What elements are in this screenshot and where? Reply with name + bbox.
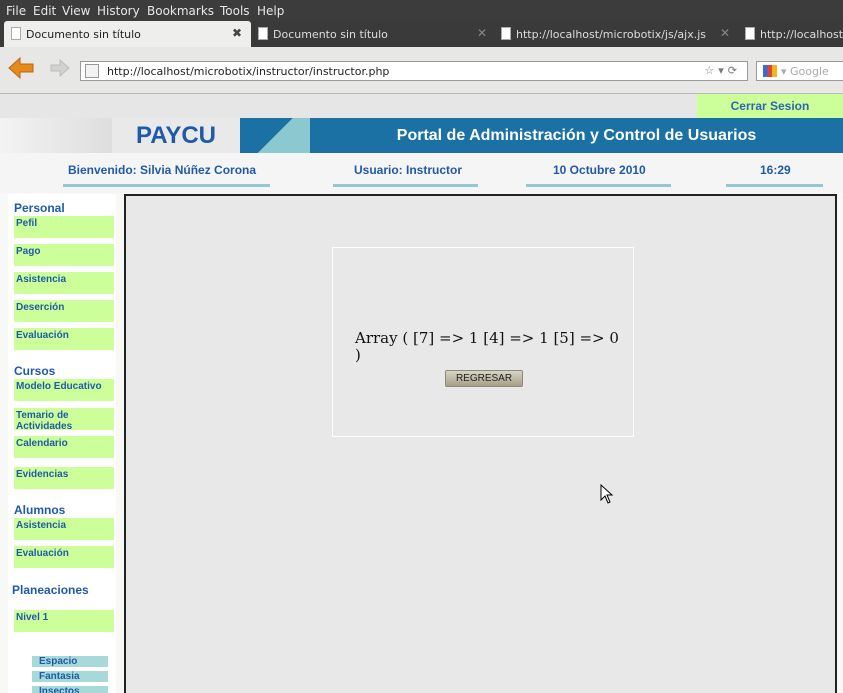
web-page: Cerrar Sesion PAYCU Portal de Administra… xyxy=(0,94,843,693)
navigation-toolbar: http://localhost/microbotix/instructor/i… xyxy=(0,47,843,94)
sidebar-item-nivel-1[interactable]: Nivel 1 xyxy=(14,610,114,632)
header-decoration xyxy=(240,118,310,153)
close-tab-icon[interactable]: ✕ xyxy=(477,26,487,40)
sidebar-item-alumnos-asistencia[interactable]: Asistencia xyxy=(14,518,114,540)
search-engine-icon[interactable] xyxy=(763,65,777,77)
welcome-text: Bienvenido: Silvia Núñez Corona xyxy=(68,163,257,177)
menu-tools[interactable]: Tools xyxy=(220,4,250,18)
url-text: http://localhost/microbotix/instructor/i… xyxy=(107,65,390,78)
divider xyxy=(63,184,270,187)
search-bar[interactable]: ▾ Google xyxy=(756,61,843,81)
sidebar-heading-planeaciones: Planeaciones xyxy=(12,583,89,597)
menu-help[interactable]: Help xyxy=(257,4,284,18)
sidebar-subitem-fantasia[interactable]: Fantasia xyxy=(32,671,108,682)
site-logo: PAYCU xyxy=(112,118,240,153)
menu-file[interactable]: File xyxy=(6,4,26,18)
logout-link[interactable]: Cerrar Sesion xyxy=(697,94,843,118)
regresar-button[interactable]: REGRESAR xyxy=(445,370,523,387)
sidebar-heading-alumnos: Alumnos xyxy=(14,503,66,517)
tab-title: http://localhost xyxy=(760,28,843,41)
document-icon xyxy=(11,27,21,40)
document-icon xyxy=(258,27,268,40)
search-placeholder: ▾ Google xyxy=(781,65,829,78)
sidebar-subitem-espacio[interactable]: Espacio xyxy=(32,656,108,667)
bookmark-star-icon[interactable]: ☆▾⟳ xyxy=(704,64,741,77)
sidebar-item-evaluacion[interactable]: Evaluación xyxy=(14,328,114,350)
menu-edit[interactable]: Edit xyxy=(33,4,56,18)
sidebar-item-modelo-educativo[interactable]: Modelo Educativo xyxy=(14,379,114,401)
site-header: PAYCU Portal de Administración y Control… xyxy=(0,118,843,153)
user-role: Usuario: Instructor xyxy=(354,163,463,177)
close-tab-icon[interactable]: ✕ xyxy=(720,26,730,40)
menu-history[interactable]: History xyxy=(97,4,140,18)
document-icon xyxy=(501,27,511,40)
menu-bookmarks[interactable]: Bookmarks xyxy=(147,4,214,18)
document-icon xyxy=(745,27,755,40)
main-content: Array ( [7] => 1 [4] => 1 [5] => 0 ) REG… xyxy=(124,194,837,693)
sidebar-item-evidencias[interactable]: Evidencias xyxy=(14,467,114,489)
sidebar-heading-cursos: Cursos xyxy=(14,364,56,378)
logo-decoration xyxy=(0,118,112,153)
current-date: 10 Octubre 2010 xyxy=(553,163,646,177)
divider xyxy=(726,184,823,187)
current-time: 16:29 xyxy=(760,163,791,177)
sidebar-item-desercion[interactable]: Deserción xyxy=(14,300,114,322)
back-arrow-icon[interactable] xyxy=(8,56,34,80)
mouse-cursor-icon xyxy=(600,484,614,504)
message-panel: Array ( [7] => 1 [4] => 1 [5] => 0 ) REG… xyxy=(332,247,634,437)
sidebar-subitem-insectos[interactable]: Insectos xyxy=(32,686,108,693)
url-bar[interactable]: http://localhost/microbotix/instructor/i… xyxy=(80,61,748,81)
user-info-bar: Bienvenido: Silvia Núñez Corona Usuario:… xyxy=(0,153,843,193)
sidebar-heading-personal: Personal xyxy=(14,201,65,215)
sidebar-item-temario[interactable]: Temario de Actividades xyxy=(14,408,114,432)
divider xyxy=(333,184,478,187)
result-message: Array ( [7] => 1 [4] => 1 [5] => 0 ) xyxy=(355,329,619,364)
close-tab-icon[interactable]: ✖ xyxy=(232,26,242,40)
tab-title: Documento sin título xyxy=(273,28,388,41)
sidebar-item-asistencia[interactable]: Asistencia xyxy=(14,272,114,294)
portal-title: Portal de Administración y Control de Us… xyxy=(310,118,843,153)
divider xyxy=(526,184,671,187)
tab[interactable]: http://localhost/microbotix/js/ajx.js ✕ xyxy=(494,21,738,47)
menu-view[interactable]: View xyxy=(62,4,90,18)
browser-menubar: File Edit View History Bookmarks Tools H… xyxy=(0,0,843,21)
forward-arrow-icon[interactable] xyxy=(50,58,70,78)
tab[interactable]: Documento sin título ✕ xyxy=(251,21,494,47)
tab-title: Documento sin título xyxy=(26,28,141,41)
tab-title: http://localhost/microbotix/js/ajx.js xyxy=(516,28,706,41)
page-icon xyxy=(85,64,99,78)
sidebar-item-alumnos-evaluacion[interactable]: Evaluación xyxy=(14,546,114,568)
sidebar-item-perfil[interactable]: Pefil xyxy=(14,216,114,238)
sidebar-menu: Personal Pefil Pago Asistencia Deserción… xyxy=(8,194,116,693)
sidebar-item-pago[interactable]: Pago xyxy=(14,244,114,266)
tab-active[interactable]: Documento sin título ✖ xyxy=(4,21,251,47)
tab[interactable]: http://localhost xyxy=(738,21,843,47)
sidebar-item-calendario[interactable]: Calendario xyxy=(14,436,114,458)
tab-strip: Documento sin título ✖ Documento sin tít… xyxy=(0,21,843,47)
